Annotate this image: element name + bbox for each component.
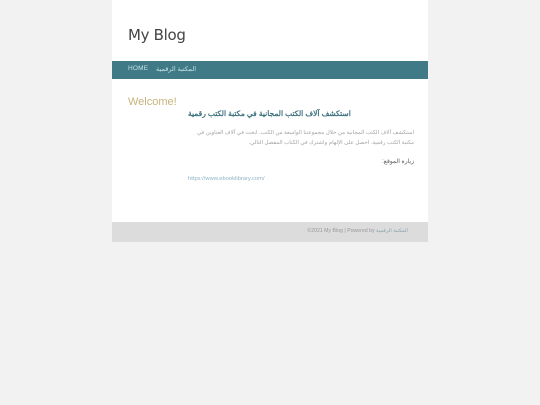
- footer-powered-by: Powered by: [347, 228, 375, 234]
- nav-item-library[interactable]: المكتبة الرقمية: [156, 65, 196, 73]
- site-url-link[interactable]: https://www.ebooklibrary.com/: [188, 176, 414, 182]
- footer-text: ©2021 My Blog | Powered by المكتبة الرقم…: [307, 228, 408, 234]
- page-container: My Blog HOME المكتبة الرقمية Welcome! اس…: [112, 0, 428, 242]
- site-title[interactable]: My Blog: [128, 26, 186, 44]
- post: استكشف آلاف الكتب المجانية في مكتبة الكت…: [188, 109, 414, 182]
- footer-copyright: ©2021 My Blog: [307, 228, 343, 234]
- post-title[interactable]: استكشف آلاف الكتب المجانية في مكتبة الكت…: [188, 109, 414, 118]
- sidebar-welcome: Welcome!: [128, 96, 177, 108]
- site-footer: ©2021 My Blog | Powered by المكتبة الرقم…: [112, 222, 428, 242]
- main-nav: HOME المكتبة الرقمية: [112, 61, 428, 79]
- visit-site-label: زيارة الموقع:: [382, 159, 414, 165]
- footer-separator: |: [344, 228, 346, 234]
- footer-powered-link[interactable]: المكتبة الرقمية: [376, 228, 408, 234]
- site-header: My Blog: [112, 0, 428, 61]
- post-body: استكشف آلاف الكتب المجانية من خلال مجموع…: [197, 130, 414, 146]
- nav-item-home[interactable]: HOME: [128, 65, 148, 72]
- main-content: Welcome! استكشف آلاف الكتب المجانية في م…: [112, 79, 428, 222]
